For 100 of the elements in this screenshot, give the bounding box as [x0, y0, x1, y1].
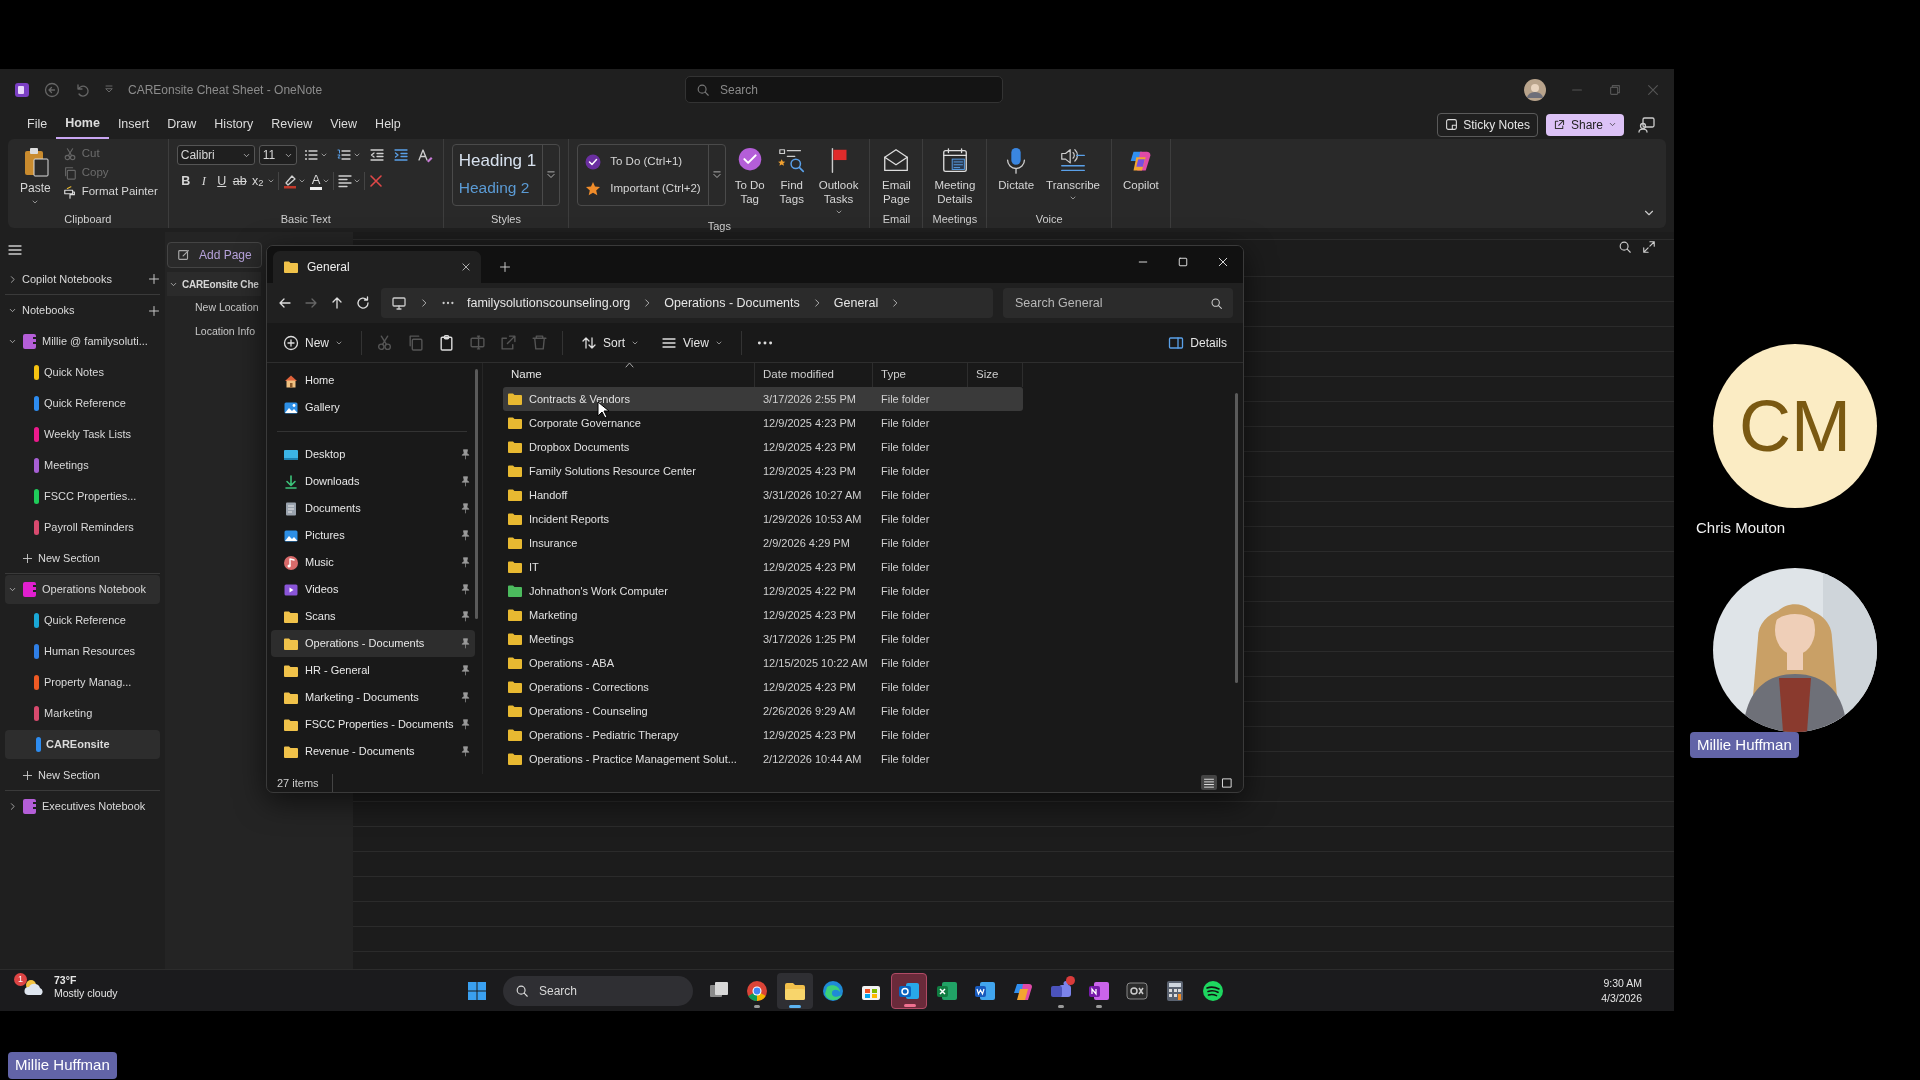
file-row[interactable]: Operations - Practice Management Solut... 2/12/2026 10:44 AM File folder	[503, 747, 1023, 771]
notebook-group[interactable]: Copilot Notebooks	[5, 264, 148, 294]
file-row[interactable]: Family Solutions Resource Center 12/9/2025 4:23 PM File folder	[503, 459, 1023, 483]
nav-item[interactable]: Desktop	[271, 441, 475, 468]
file-row[interactable]: Operations - Pediatric Therapy 12/9/2025 4:23 PM File folder	[503, 723, 1023, 747]
nav-item[interactable]: Home	[271, 367, 475, 394]
format-button[interactable]: U	[212, 170, 231, 192]
subpage-item[interactable]: Location Info	[195, 320, 256, 344]
menu-tab[interactable]: Help	[366, 111, 410, 138]
section-item[interactable]: Weekly Task Lists	[31, 420, 160, 449]
ribbon-button[interactable]: To Do Tag	[731, 144, 768, 208]
search-field[interactable]: Search General	[1003, 288, 1233, 318]
view-button[interactable]: View	[657, 328, 727, 357]
search-input[interactable]: Search	[718, 79, 918, 100]
menu-tab[interactable]: Insert	[108, 111, 159, 138]
ribbon-button[interactable]: Meeting Details	[931, 144, 979, 208]
search-input[interactable]: Search General	[1013, 292, 1193, 314]
share-button[interactable]: Share	[1545, 113, 1624, 136]
file-row[interactable]: Incident Reports 1/29/2026 10:53 AM File folder	[503, 507, 1023, 531]
breadcrumb-item[interactable]: Operations - Documents	[664, 293, 800, 313]
bullets-icon[interactable]	[302, 147, 319, 163]
nav-item[interactable]: Gallery	[271, 394, 475, 421]
section-item[interactable]: Human Resources	[31, 637, 160, 666]
file-row[interactable]: Handoff 3/31/2026 10:27 AM File folder	[503, 483, 1023, 507]
notebook-item[interactable]: Operations Notebook	[5, 575, 160, 604]
font-size-field[interactable]: 11	[258, 145, 297, 165]
caret-icon[interactable]	[319, 151, 328, 159]
nav-item[interactable]: Scans	[271, 603, 475, 630]
format-button[interactable]: B	[176, 170, 195, 192]
delete-icon[interactable]	[368, 173, 385, 189]
close-icon[interactable]	[1217, 256, 1229, 268]
align-icon[interactable]	[337, 173, 354, 189]
nav-item[interactable]: Documents	[271, 495, 475, 522]
search-input[interactable]: Search	[537, 981, 677, 1001]
nav-item[interactable]: Pictures	[271, 522, 475, 549]
taskbar-button[interactable]	[777, 973, 813, 1009]
file-row[interactable]: Dropbox Documents 12/9/2025 4:23 PM File folder	[503, 435, 1023, 459]
file-row[interactable]: Insurance 2/9/2026 4:29 PM File folder	[503, 531, 1023, 555]
add-page-button[interactable]: Add Page	[167, 242, 262, 268]
clear-format-icon[interactable]	[416, 147, 433, 163]
clipboard-icon[interactable]	[438, 334, 455, 351]
paste-button[interactable]: Paste	[16, 144, 55, 208]
section-item[interactable]: Property Manag...	[31, 668, 160, 697]
search-icon[interactable]	[1618, 240, 1632, 254]
new-tab-icon[interactable]	[499, 261, 511, 273]
new-button[interactable]: New	[279, 328, 347, 357]
avatar-icon[interactable]	[1524, 78, 1546, 101]
nav-item[interactable]: Videos	[271, 576, 475, 603]
caret-icon[interactable]	[352, 151, 361, 159]
window-tab[interactable]: General	[273, 251, 481, 283]
menu-icon[interactable]	[7, 242, 23, 258]
caret-icon[interactable]	[353, 177, 362, 185]
menu-tab[interactable]: History	[205, 111, 263, 138]
feedback-icon[interactable]	[1638, 115, 1656, 134]
nav-item[interactable]: Marketing - Documents	[271, 684, 475, 711]
section-item[interactable]: Payroll Reminders	[31, 513, 160, 542]
ribbon-button[interactable]: Dictate	[995, 144, 1038, 194]
section-item[interactable]: CAREonsite	[5, 730, 160, 759]
ribbon-button[interactable]: Outlook Tasks	[815, 144, 862, 218]
numbering-icon[interactable]	[335, 147, 352, 163]
notebook-item[interactable]: Executives Notebook	[5, 792, 160, 821]
tag-option[interactable]: To Do (Ctrl+1)	[578, 148, 708, 175]
caret-icon[interactable]	[266, 177, 275, 185]
nav-item[interactable]: Revenue - Documents	[271, 738, 475, 765]
menu-tab[interactable]: Review	[262, 111, 322, 138]
ribbon-button[interactable]: Email Page	[878, 144, 915, 208]
file-row[interactable]: Operations - ABA 12/15/2025 10:22 AM File folder	[503, 651, 1023, 675]
ribbon-button[interactable]: Transcribe	[1043, 144, 1103, 204]
format-button[interactable]: I	[194, 170, 213, 192]
file-row[interactable]: IT 12/9/2025 4:23 PM File folder	[503, 555, 1023, 579]
section-item[interactable]: Quick Reference	[31, 389, 160, 418]
style-option[interactable]: Heading 1	[452, 145, 543, 174]
file-row[interactable]: Operations - Corrections 12/9/2025 4:23 PM File folder	[503, 675, 1023, 699]
subpage-item[interactable]: New Location	[195, 296, 259, 320]
font-color-button[interactable]: A	[309, 172, 323, 190]
breadcrumb-item[interactable]: General	[833, 293, 879, 313]
indent-icon[interactable]	[392, 147, 409, 163]
section-item[interactable]: FSCC Properties...	[31, 482, 160, 511]
section-item[interactable]: Meetings	[31, 451, 160, 480]
caret-icon[interactable]	[297, 177, 306, 185]
refresh-icon[interactable]	[355, 295, 371, 311]
section-item[interactable]: Quick Notes	[31, 358, 160, 387]
section-item[interactable]: Marketing	[31, 699, 160, 728]
menu-tab[interactable]: Draw	[158, 111, 206, 138]
search-field[interactable]: Search	[685, 76, 1003, 103]
search-field[interactable]: Search	[503, 976, 693, 1006]
menu-tab[interactable]: View	[321, 111, 367, 138]
nav-item[interactable]: FSCC Properties - Documents	[271, 711, 475, 738]
nav-item[interactable]: Downloads	[271, 468, 475, 495]
menu-tab[interactable]: File	[18, 111, 57, 138]
file-row[interactable]: Contracts & Vendors 3/17/2026 2:55 PM File folder	[503, 387, 1023, 411]
outdent-icon[interactable]	[368, 147, 385, 163]
file-row[interactable]: Marketing 12/9/2025 4:23 PM File folder	[503, 603, 1023, 627]
style-option[interactable]: Heading 2	[452, 173, 543, 201]
font-field[interactable]: Calibri	[176, 145, 255, 165]
nav-item[interactable]: HR - General	[271, 657, 475, 684]
file-row[interactable]: Johnathon's Work Computer 12/9/2025 4:22 PM File folder	[503, 579, 1023, 603]
sort-button[interactable]: Sort	[577, 328, 644, 357]
add-icon[interactable]	[148, 273, 160, 285]
nav-item[interactable]: Music	[271, 549, 475, 576]
